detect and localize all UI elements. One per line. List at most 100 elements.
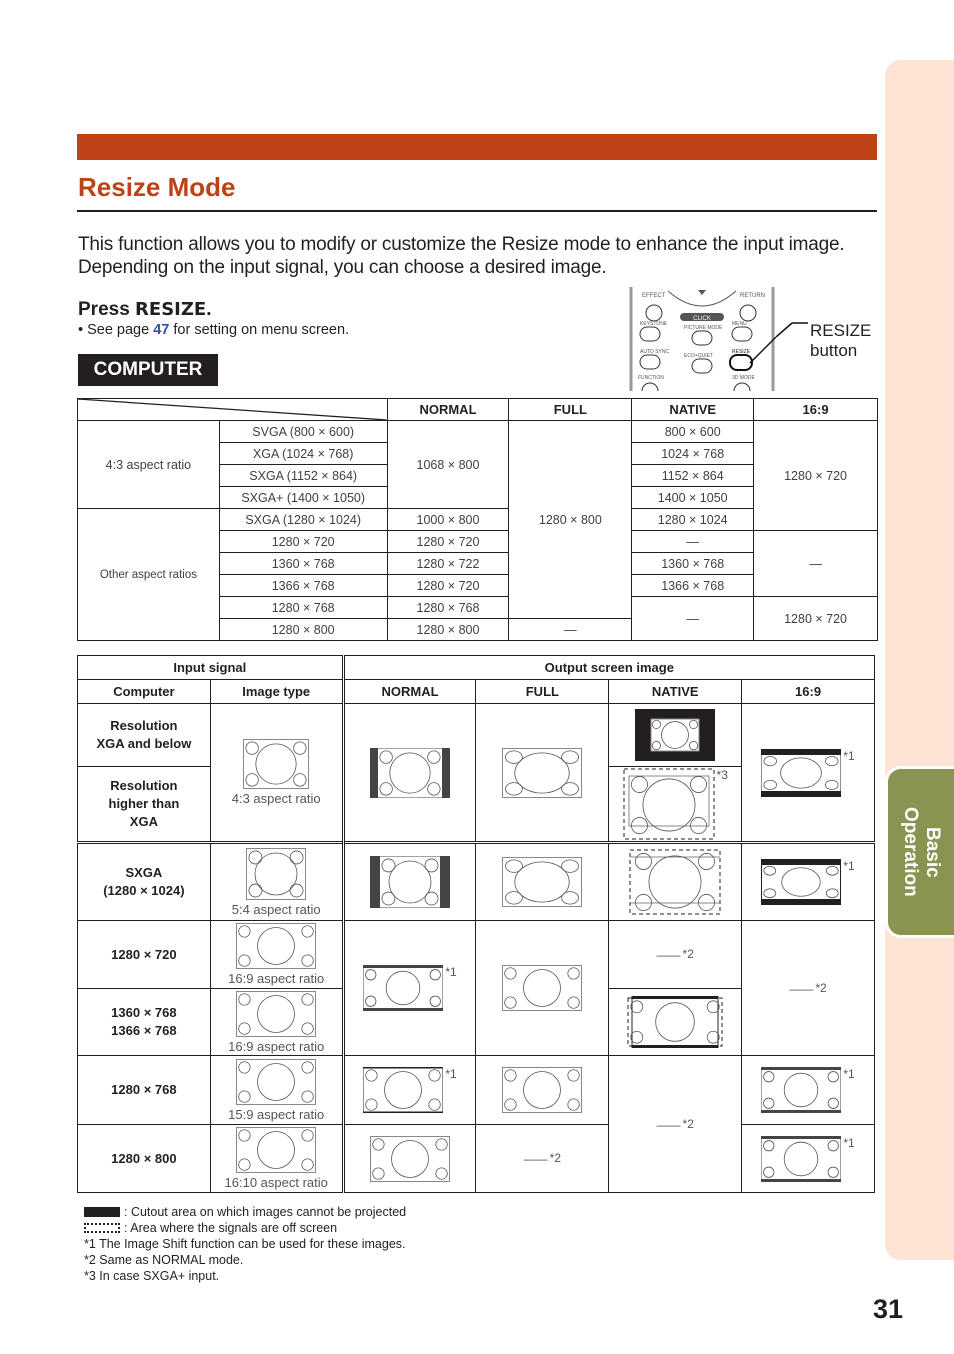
sixteen-nine-cell: 1280 × 720 [753, 420, 878, 531]
row-label-1280x800: 1280 × 800 [77, 1124, 211, 1193]
normal-letterbox-thumbnail [363, 1067, 444, 1113]
row-label-sxga: SXGA (1280 × 1024) [77, 841, 211, 921]
caption-4-3: 4:3 aspect ratio [231, 791, 321, 806]
header-native: NATIVE [608, 679, 743, 704]
image-type-cell: 15:9 aspect ratio [209, 1055, 344, 1125]
image-type-cell: 5:4 aspect ratio [209, 841, 344, 921]
label-line: 1280 × 720 [111, 946, 177, 962]
native-offscreen-thumbnail [627, 996, 723, 1048]
legend-offscreen: : Area where the signals are off screen [84, 1220, 406, 1236]
footnote-ref-2: *2 [682, 947, 694, 961]
footnote-ref-2: *2 [549, 1151, 562, 1165]
native-output-cell [608, 703, 743, 767]
input-cell: 1280 × 800 [218, 618, 388, 641]
image-type-cell: 16:10 aspect ratio [209, 1124, 344, 1193]
legend-offscreen-text: : Area where the signals are off screen [124, 1221, 338, 1235]
remote-label-function: FUNCTION [638, 375, 664, 381]
remote-label-eco-quiet: ECO+QUIET [684, 353, 713, 359]
normal-cell: 1280 × 768 [386, 596, 510, 619]
native-output-cell: *3 [608, 766, 743, 843]
header-computer: Computer [77, 679, 211, 704]
title-divider [77, 210, 877, 212]
callout-line2: button [810, 341, 858, 360]
normal-output-cell [341, 841, 477, 921]
caption-16-9: 16:9 aspect ratio [228, 1038, 325, 1054]
letterbox-thumbnail [761, 1135, 842, 1182]
header-16-9: 16:9 [753, 398, 878, 421]
full-cell: 1280 × 800 [508, 420, 633, 619]
intro-paragraph: This function allows you to modify or cu… [78, 234, 845, 278]
normal-cell: 1280 × 800 [386, 618, 510, 641]
footnote-ref-2: *2 [815, 980, 827, 995]
label-line: XGA [129, 814, 158, 829]
normal-cell: 1000 × 800 [386, 508, 510, 531]
label-line: 1280 × 800 [111, 1150, 177, 1166]
resize-button-callout: RESIZE button [810, 321, 871, 361]
side-tab-basic-operation[interactable]: Basic Operation [885, 766, 954, 938]
table-row: Resolution XGA and below 4:3 aspect ratio… [77, 703, 875, 843]
normal-output-cell: *1 [341, 920, 477, 1056]
full-thumbnail [502, 1067, 583, 1113]
header-output-screen-image: Output screen image [341, 655, 876, 680]
letterbox-thumbnail [761, 1067, 842, 1113]
remote-label-menu: MENU [732, 321, 747, 327]
normal-cell: 1280 × 722 [386, 552, 510, 575]
letterbox-thumbnail [761, 859, 842, 905]
row-label-1280x768: 1280 × 768 [77, 1055, 211, 1125]
normal-output-cell [341, 703, 477, 843]
row-label-xga-below: Resolution XGA and below [77, 703, 211, 767]
remote-label-click: CLICK [693, 316, 711, 322]
sixteen-nine-output-cell: *1 [741, 1124, 875, 1193]
page-47-link[interactable]: 47 [153, 322, 169, 338]
page-title: Resize Mode [78, 172, 236, 202]
native-cell: 1024 × 768 [631, 442, 755, 465]
header-normal: NORMAL [341, 679, 477, 704]
same-as-normal-dash: —— [656, 948, 681, 962]
see-page-prefix: • See page [78, 322, 154, 338]
remote-label-picture-mode: PICTURE MODE [684, 325, 723, 331]
header-normal: NORMAL [386, 398, 510, 421]
native-cell: 1280 × 1024 [631, 508, 755, 531]
letterbox-thumbnail [761, 748, 842, 797]
offscreen-swatch-icon [84, 1223, 120, 1233]
legend-cutout-text: : Cutout area on which images cannot be … [124, 1205, 407, 1219]
table-row: 1280 × 800 16:10 aspect ratio —— *2 *1 [77, 1124, 875, 1193]
label-line: SXGA [125, 865, 163, 880]
column-header-row: Computer Image type NORMAL FULL NATIVE 1… [77, 679, 875, 704]
input-cell: 1280 × 720 [218, 530, 388, 553]
table-row: 1280 × 720 16:9 aspect ratio *1 —— *2 —— *… [77, 920, 875, 1056]
footnote-ref-2: *2 [682, 1116, 694, 1131]
same-as-normal-dash: —— [523, 1152, 548, 1166]
native-output-cell: —— *2 [608, 1055, 743, 1193]
group-header-row: Input signal Output screen image [77, 655, 876, 680]
normal-pillarbox-thumbnail [370, 747, 451, 798]
group-other-label: Other aspect ratios [77, 508, 220, 641]
image-type-cell: 4:3 aspect ratio [209, 703, 344, 843]
input-cell: 1366 × 768 [218, 574, 388, 597]
caption-5-4: 5:4 aspect ratio [231, 901, 321, 917]
input-cell: XGA (1024 × 768) [218, 442, 388, 465]
header-full: FULL [508, 398, 633, 421]
normal-letterbox-thumbnail [363, 965, 444, 1011]
label-line: Resolution [110, 778, 178, 793]
input-cell: SVGA (800 × 600) [218, 420, 388, 443]
legend: : Cutout area on which images cannot be … [84, 1204, 406, 1284]
native-output-cell: —— *2 [608, 920, 743, 989]
native-offscreen-thumbnail [623, 768, 715, 840]
computer-badge: COMPUTER [78, 354, 218, 386]
native-output-cell [608, 841, 743, 921]
output-image-table: Input signal Output screen image Compute… [77, 655, 876, 1193]
callout-leader-line [776, 322, 808, 338]
table-header-row: NORMAL FULL NATIVE 16:9 [77, 398, 878, 421]
native-boxed-thumbnail [635, 709, 716, 761]
input-cell: SXGA (1280 × 1024) [218, 508, 388, 531]
same-as-normal-dash: —— [656, 1117, 681, 1132]
legend-cutout: : Cutout area on which images cannot be … [84, 1204, 406, 1220]
footnote-ref-1: *1 [843, 1067, 855, 1081]
caption-16-9: 16:9 aspect ratio [228, 971, 325, 986]
see-page-suffix: for setting on menu screen. [169, 322, 350, 338]
sixteen-nine-output-cell: *1 [741, 1055, 875, 1125]
normal-cell: 1280 × 720 [386, 574, 510, 597]
same-as-normal-dash: —— [789, 981, 814, 996]
remote-label-auto-sync: AUTO SYNC [640, 349, 669, 355]
